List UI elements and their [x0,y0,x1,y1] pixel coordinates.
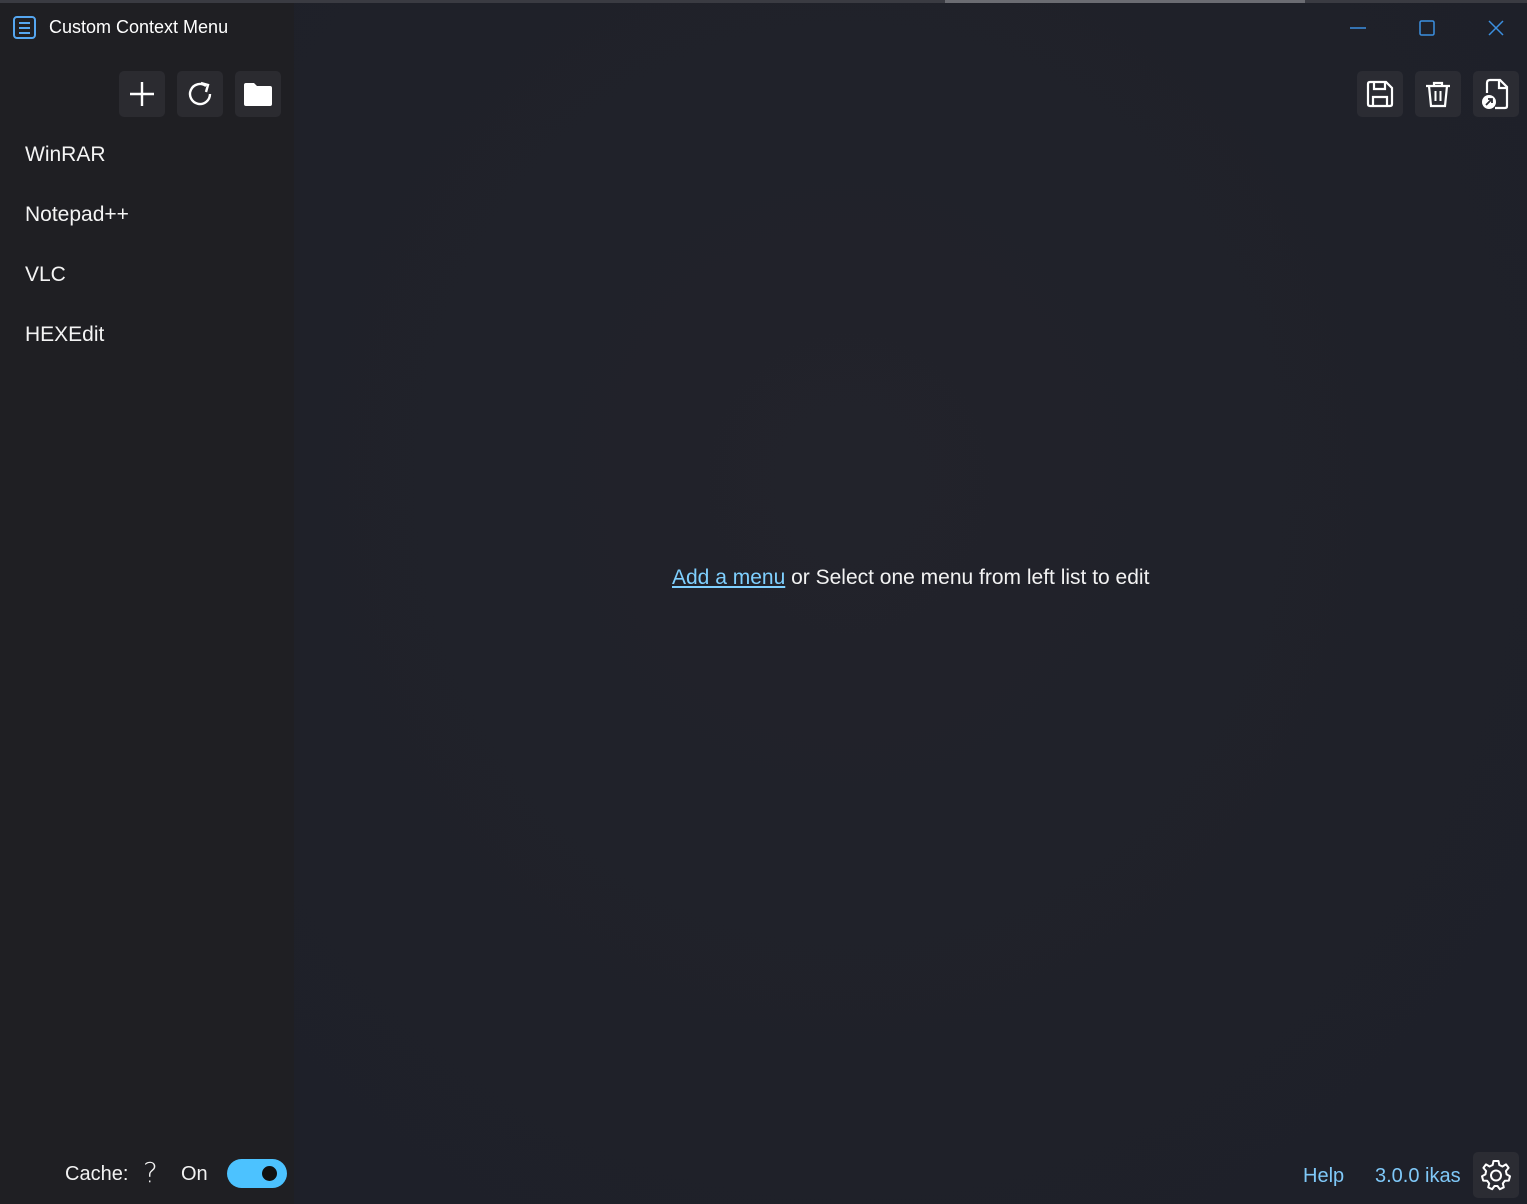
add-menu-link[interactable]: Add a menu [672,566,785,589]
minimize-icon [1350,27,1366,29]
cache-label: Cache: [65,1163,129,1185]
save-icon [1366,80,1394,108]
sidebar-item-hexedit[interactable]: HEXEdit [25,323,104,347]
export-button[interactable] [1473,71,1519,117]
app-menu-icon-line [19,22,30,24]
sidebar-item-notepadplusplus[interactable]: Notepad++ [25,203,129,227]
refresh-icon [188,81,212,106]
title-bar[interactable]: Custom Context Menu [0,3,294,51]
delete-button[interactable] [1415,71,1461,117]
sidebar-item-winrar[interactable]: WinRAR [25,143,106,167]
plus-icon [130,82,154,106]
sidebar-item-vlc[interactable]: VLC [25,263,66,287]
empty-state-message: Add a menu or Select one menu from left … [672,566,1149,590]
refresh-button[interactable] [177,71,223,117]
open-folder-button[interactable] [235,71,281,117]
version-link[interactable]: 3.0.0 ikas [1375,1165,1461,1188]
save-button[interactable] [1357,71,1403,117]
app-title: Custom Context Menu [49,17,229,37]
app-window: Custom Context Menu WinRAR Notepad++ VLC… [0,0,1527,1204]
folder-icon [244,83,272,106]
main-panel: Add a menu or Select one menu from left … [294,3,1527,1204]
close-icon [1488,20,1504,36]
sidebar: Custom Context Menu WinRAR Notepad++ VLC… [0,3,294,1204]
close-button[interactable] [1481,13,1511,43]
cache-help-icon[interactable]: ? [143,1156,158,1189]
toggle-knob [262,1166,277,1181]
empty-state-text: or Select one menu from left list to edi… [785,566,1150,589]
cache-state-label: On [181,1163,208,1185]
maximize-button[interactable] [1412,13,1442,43]
add-menu-button[interactable] [119,71,165,117]
trash-icon [1426,81,1450,108]
export-file-icon [1482,78,1509,110]
maximize-icon [1419,20,1435,36]
app-menu-icon-line [19,27,30,29]
gear-icon [1481,1160,1511,1191]
settings-button[interactable] [1473,1152,1519,1198]
cache-toggle[interactable] [227,1159,287,1188]
help-link[interactable]: Help [1303,1165,1344,1188]
minimize-button[interactable] [1343,13,1373,43]
app-menu-icon-line [19,32,30,34]
app-menu-icon[interactable] [13,16,36,39]
